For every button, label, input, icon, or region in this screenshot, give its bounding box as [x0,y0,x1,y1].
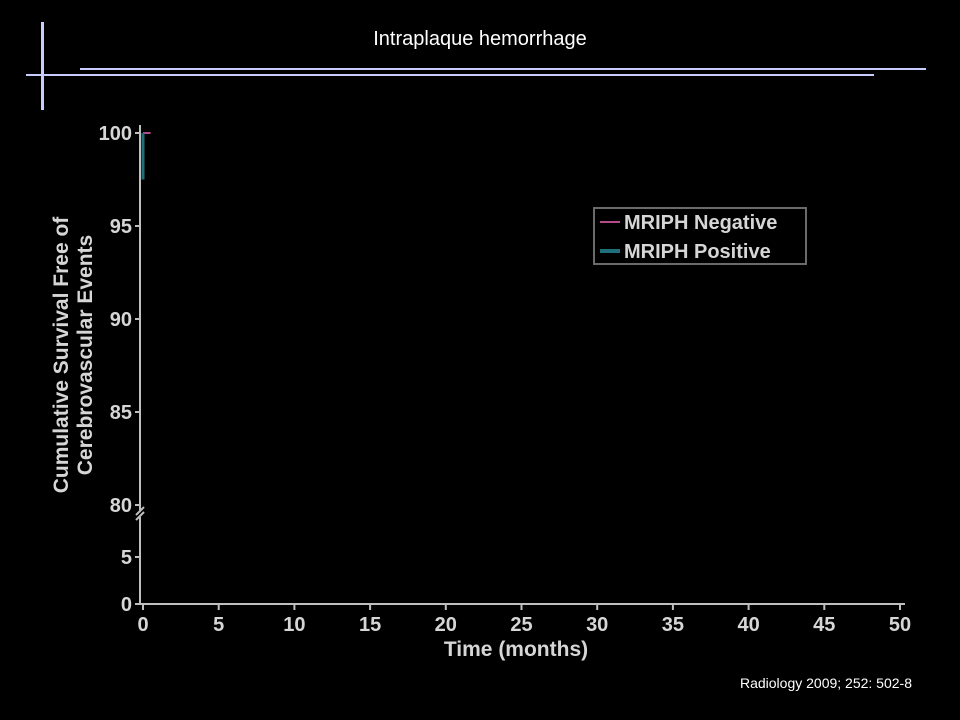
legend: MRIPH Negative MRIPH Positive [593,207,807,265]
x-tick-label-45: 45 [813,614,835,636]
x-tick-label-20: 20 [435,614,457,636]
y-tick-label-100: 100 [99,123,132,145]
citation: Radiology 2009; 252: 502-8 [739,675,912,691]
legend-label-positive: MRIPH Positive [624,241,771,263]
y-tick-label-85: 85 [110,402,132,424]
survival-chart: 80 85 90 95 100 0 5 0 5 10 15 20 25 30 35 40 45 50 Time… [50,123,911,661]
y-axis-title-line-2: Cerebrovascular Events [74,235,97,475]
x-tick-label-0: 0 [137,614,148,636]
y-tick-label-95: 95 [110,216,132,238]
y-tick-label-80: 80 [110,495,132,517]
x-tick-label-30: 30 [586,614,608,636]
x-tick-label-10: 10 [283,614,305,636]
x-tick-label-15: 15 [359,614,381,636]
x-axis-title: Time (months) [444,638,588,661]
y-axis-title-line-1: Cumulative Survival Free of [50,216,73,494]
x-tick-label-35: 35 [662,614,684,636]
x-tick-label-40: 40 [737,614,759,636]
x-tick-label-50: 50 [889,614,911,636]
y-tick-label-lower-5: 5 [121,547,132,569]
legend-label-negative: MRIPH Negative [624,212,777,234]
x-tick-label-5: 5 [213,614,224,636]
y-tick-label-90: 90 [110,309,132,331]
x-tick-label-25: 25 [510,614,532,636]
y-axis-title: Cumulative Survival Free of Cerebrovascu… [50,216,97,494]
y-tick-label-lower-0: 0 [121,594,132,616]
